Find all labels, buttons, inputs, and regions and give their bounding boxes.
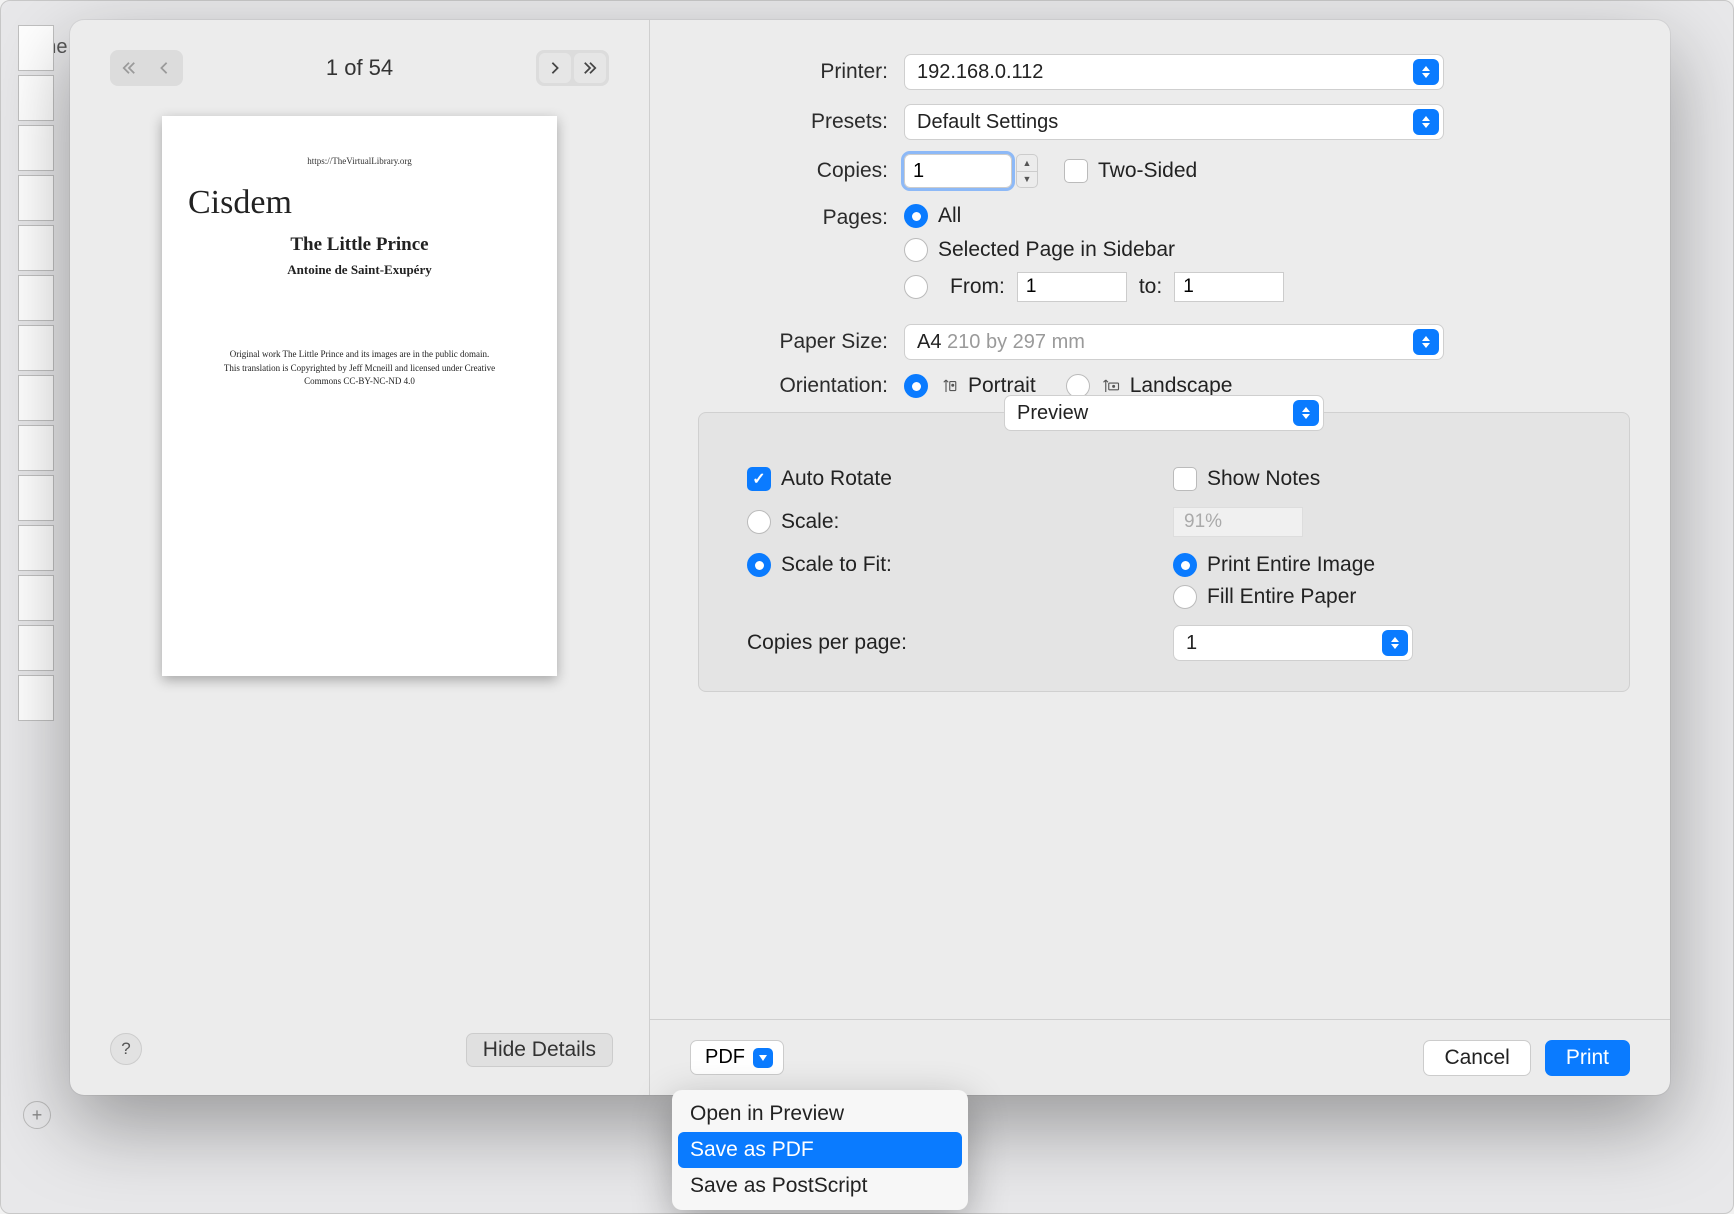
pdf-menu: Open in Preview Save as PDF Save as Post… — [672, 1090, 968, 1210]
from-input[interactable]: 1 — [1017, 272, 1127, 302]
preview-pane: 1 of 54 https://TheVirtualLibrary.org Ci… — [70, 20, 650, 1095]
presets-label: Presets: — [668, 110, 904, 134]
page-thumbnail: https://TheVirtualLibrary.org Cisdem The… — [162, 116, 557, 676]
pdf-menu-save-postscript[interactable]: Save as PostScript — [678, 1168, 962, 1204]
scale-to-fit-label: Scale to Fit: — [781, 553, 892, 577]
print-button[interactable]: Print — [1545, 1040, 1630, 1076]
two-sided-checkbox[interactable] — [1064, 159, 1088, 183]
auto-rotate-label: Auto Rotate — [781, 467, 892, 491]
double-chevron-right-icon — [583, 61, 597, 75]
from-label: From: — [950, 275, 1005, 299]
show-notes-checkbox[interactable] — [1173, 467, 1197, 491]
pdf-menu-save-pdf[interactable]: Save as PDF — [678, 1132, 962, 1168]
scale-input: 91% — [1173, 507, 1303, 537]
page-nav-back-group — [110, 50, 183, 86]
add-page-icon[interactable]: + — [23, 1101, 51, 1129]
bg-thumbnails — [11, 21, 61, 1021]
paper-size-label: Paper Size: — [668, 330, 904, 354]
pages-all-radio[interactable] — [904, 204, 928, 228]
updown-icon — [1413, 109, 1439, 135]
double-chevron-left-icon — [122, 61, 136, 75]
scale-radio[interactable] — [747, 510, 771, 534]
dialog-bottom-bar: PDF Cancel Print — [650, 1019, 1670, 1095]
copies-per-page-label: Copies per page: — [747, 631, 907, 655]
to-input[interactable]: 1 — [1174, 272, 1284, 302]
scale-to-fit-radio[interactable] — [747, 553, 771, 577]
pdf-menu-open-preview[interactable]: Open in Preview — [678, 1096, 962, 1132]
last-page-button[interactable] — [574, 53, 606, 83]
preview-title: The Little Prince — [186, 234, 533, 256]
copies-input[interactable]: 1 — [904, 154, 1012, 188]
print-entire-radio[interactable] — [1173, 553, 1197, 577]
updown-icon — [1413, 329, 1439, 355]
help-button[interactable]: ? — [110, 1033, 142, 1065]
pages-label: Pages: — [668, 204, 904, 230]
fill-entire-radio[interactable] — [1173, 585, 1197, 609]
preview-copyright: Original work The Little Prince and its … — [186, 348, 533, 389]
two-sided-label: Two-Sided — [1098, 159, 1197, 183]
print-entire-label: Print Entire Image — [1207, 553, 1375, 577]
paper-size-select[interactable]: A4 210 by 297 mm — [904, 324, 1444, 360]
copies-stepper[interactable]: ▲▼ — [1016, 154, 1038, 188]
presets-select[interactable]: Default Settings — [904, 104, 1444, 140]
pages-selected-label: Selected Page in Sidebar — [938, 238, 1175, 262]
scale-label: Scale: — [781, 510, 839, 534]
pdf-dropdown-button[interactable]: PDF — [690, 1040, 784, 1075]
printer-select[interactable]: 192.168.0.112 — [904, 54, 1444, 90]
print-dialog: 1 of 54 https://TheVirtualLibrary.org Ci… — [70, 20, 1670, 1095]
chevron-left-icon — [157, 61, 171, 75]
next-page-button[interactable] — [539, 53, 571, 83]
copies-label: Copies: — [668, 159, 904, 183]
orientation-label: Orientation: — [668, 374, 904, 398]
auto-rotate-checkbox[interactable] — [747, 467, 771, 491]
landscape-icon — [1100, 377, 1122, 395]
page-indicator: 1 of 54 — [326, 55, 393, 81]
settings-pane: Printer: 192.168.0.112 Presets: Default … — [650, 20, 1670, 1095]
prev-page-button[interactable] — [148, 53, 180, 83]
hide-details-button[interactable]: Hide Details — [466, 1033, 613, 1067]
preview-url: https://TheVirtualLibrary.org — [186, 156, 533, 166]
pages-all-label: All — [938, 204, 961, 228]
chevron-right-icon — [548, 61, 562, 75]
preview-author: Antoine de Saint-Exupéry — [186, 262, 533, 278]
app-options-panel: Preview Auto Rotate Show Notes Scale: 9 — [698, 412, 1630, 692]
updown-icon — [1382, 630, 1408, 656]
show-notes-label: Show Notes — [1207, 467, 1320, 491]
printer-label: Printer: — [668, 60, 904, 84]
portrait-radio[interactable] — [904, 374, 928, 398]
to-label: to: — [1139, 275, 1162, 299]
pages-selected-sidebar-radio[interactable] — [904, 238, 928, 262]
page-nav-forward-group — [536, 50, 609, 86]
pages-range-radio[interactable] — [904, 275, 928, 299]
chevron-down-icon — [753, 1048, 773, 1068]
fill-entire-label: Fill Entire Paper — [1207, 585, 1356, 609]
first-page-button[interactable] — [113, 53, 145, 83]
updown-icon — [1293, 400, 1319, 426]
app-options-select[interactable]: Preview — [1004, 395, 1324, 431]
copies-per-page-select[interactable]: 1 — [1173, 625, 1413, 661]
preview-brand: Cisdem — [188, 184, 533, 222]
cancel-button[interactable]: Cancel — [1423, 1040, 1530, 1076]
portrait-icon — [938, 377, 960, 395]
updown-icon — [1413, 59, 1439, 85]
